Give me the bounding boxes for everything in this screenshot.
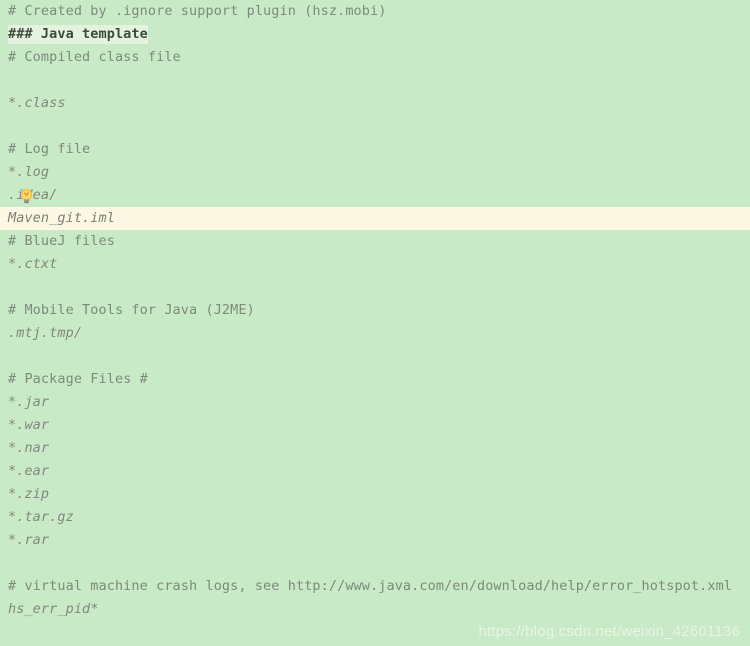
code-line[interactable]: *.war bbox=[0, 414, 750, 437]
section-header-text: ### Java template bbox=[8, 25, 148, 44]
code-line-text: # BlueJ files bbox=[8, 233, 115, 249]
code-line-text: # Created by .ignore support plugin (hsz… bbox=[8, 3, 387, 19]
code-line-text: # virtual machine crash logs, see http:/… bbox=[8, 578, 733, 594]
code-line[interactable]: # Log file bbox=[0, 138, 750, 161]
code-line-text: *.jar bbox=[8, 394, 50, 410]
code-line-text: *.tar.gz bbox=[8, 509, 74, 525]
code-line-text: *.war bbox=[8, 417, 50, 433]
lightbulb-icon[interactable] bbox=[17, 187, 36, 206]
watermark: https://blog.csdn.net/weixin_42601136 bbox=[478, 623, 740, 640]
code-line-text: *.ear bbox=[8, 463, 50, 479]
code-line[interactable] bbox=[0, 552, 750, 575]
code-line[interactable]: # virtual machine crash logs, see http:/… bbox=[0, 575, 750, 598]
code-line-text: # Package Files # bbox=[8, 371, 148, 387]
code-line[interactable] bbox=[0, 276, 750, 299]
code-line[interactable]: .mtj.tmp/ bbox=[0, 322, 750, 345]
code-line-text: *.nar bbox=[8, 440, 50, 456]
code-line-text: # Log file bbox=[8, 141, 91, 157]
code-line-text: *.class bbox=[8, 95, 66, 111]
code-line[interactable]: *.nar bbox=[0, 437, 750, 460]
code-line-text: *.rar bbox=[8, 532, 50, 548]
code-line-text: hs_err_pid* bbox=[8, 601, 99, 617]
code-line[interactable]: # Created by .ignore support plugin (hsz… bbox=[0, 0, 750, 23]
current-line-text: Maven_git.iml bbox=[8, 210, 115, 226]
code-line[interactable]: hs_err_pid* bbox=[0, 598, 750, 621]
code-line[interactable] bbox=[0, 345, 750, 368]
code-line[interactable] bbox=[0, 115, 750, 138]
code-line[interactable]: *.tar.gz bbox=[0, 506, 750, 529]
code-line-text: *.log bbox=[8, 164, 50, 180]
code-line[interactable]: .idea/ bbox=[0, 184, 750, 207]
code-line-text: # Mobile Tools for Java (J2ME) bbox=[8, 302, 255, 318]
code-line-text: # Compiled class file bbox=[8, 49, 181, 65]
code-line[interactable]: *.class bbox=[0, 92, 750, 115]
code-line-text: *.zip bbox=[8, 486, 50, 502]
code-line[interactable]: *.zip bbox=[0, 483, 750, 506]
code-line[interactable] bbox=[0, 69, 750, 92]
code-line-text: .mtj.tmp/ bbox=[8, 325, 83, 341]
code-line[interactable]: *.log bbox=[0, 161, 750, 184]
code-line[interactable]: *.ear bbox=[0, 460, 750, 483]
code-line-text: *.ctxt bbox=[8, 256, 58, 272]
code-text-area[interactable]: # Created by .ignore support plugin (hsz… bbox=[0, 0, 750, 646]
code-line[interactable]: # Package Files # bbox=[0, 368, 750, 391]
code-line[interactable]: *.ctxt bbox=[0, 253, 750, 276]
code-line[interactable]: *.jar bbox=[0, 391, 750, 414]
code-line[interactable]: # Compiled class file bbox=[0, 46, 750, 69]
code-editor[interactable]: # Created by .ignore support plugin (hsz… bbox=[0, 0, 750, 646]
code-line[interactable]: ### Java template bbox=[0, 23, 750, 46]
code-line[interactable]: Maven_git.iml bbox=[0, 207, 750, 230]
code-line[interactable]: # Mobile Tools for Java (J2ME) bbox=[0, 299, 750, 322]
code-line[interactable]: # BlueJ files bbox=[0, 230, 750, 253]
code-line[interactable]: *.rar bbox=[0, 529, 750, 552]
